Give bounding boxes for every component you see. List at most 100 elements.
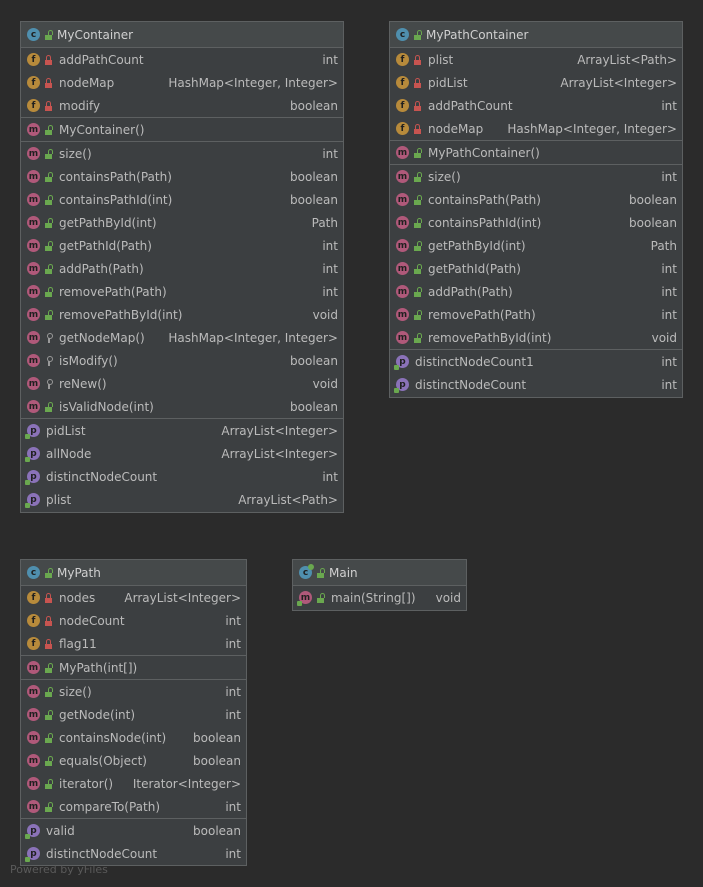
property-row[interactable]: p distinctNodeCount int	[21, 465, 343, 488]
member-type: int	[661, 98, 677, 113]
member-name: plist	[46, 492, 72, 507]
member-type: ArrayList<Integer>	[221, 423, 338, 438]
field-icon: f	[27, 53, 40, 66]
method-row[interactable]: m size() int	[21, 680, 246, 703]
method-row[interactable]: m removePath(Path) int	[21, 280, 343, 303]
public-icon	[44, 778, 53, 789]
member-name: containsPathId(int)	[428, 215, 542, 230]
member-name: MyContainer()	[59, 122, 145, 137]
method-icon: m	[27, 262, 40, 275]
field-row[interactable]: f addPathCount int	[21, 48, 343, 71]
public-icon	[44, 29, 53, 40]
class-icon: c	[27, 28, 40, 41]
constructor-row[interactable]: m MyPathContainer()	[390, 141, 682, 164]
property-row[interactable]: p valid boolean	[21, 819, 246, 842]
private-icon	[413, 77, 422, 88]
public-icon	[44, 401, 53, 412]
field-row[interactable]: f plist ArrayList<Path>	[390, 48, 682, 71]
member-name: allNode	[46, 446, 92, 461]
method-row[interactable]: m addPath(Path) int	[21, 257, 343, 280]
property-row[interactable]: p distinctNodeCount1 int	[390, 350, 682, 373]
method-row[interactable]: m isModify() boolean	[21, 349, 343, 372]
field-row[interactable]: f nodeCount int	[21, 609, 246, 632]
class-box-main[interactable]: c Main m main(String[]) void	[292, 559, 467, 611]
property-icon: p	[394, 378, 409, 393]
member-type: int	[225, 636, 241, 651]
properties-section: p pidList ArrayList<Integer> p allNode Array…	[21, 419, 343, 511]
fields-section: f nodes ArrayList<Integer> f nodeCount int f…	[21, 586, 246, 656]
method-icon: m	[27, 777, 40, 790]
method-icon: m	[27, 661, 40, 674]
method-row[interactable]: m containsPath(Path) boolean	[21, 165, 343, 188]
class-title: MyPath	[57, 565, 101, 580]
member-name: containsNode(int)	[59, 730, 167, 745]
member-type: boolean	[193, 823, 241, 838]
field-row[interactable]: f flag11 int	[21, 632, 246, 655]
class-box-mypath[interactable]: c MyPath f nodes ArrayList<Integer> f nodeC…	[20, 559, 247, 866]
member-type: Path	[650, 238, 677, 253]
member-name: getPathById(int)	[59, 215, 157, 230]
package-private-icon	[44, 332, 53, 343]
method-row[interactable]: m main(String[]) void	[293, 586, 466, 609]
member-name: removePathById(int)	[59, 307, 183, 322]
field-row[interactable]: f nodeMap HashMap<Integer, Integer>	[21, 71, 343, 94]
public-icon	[44, 217, 53, 228]
member-type: int	[322, 146, 338, 161]
method-row[interactable]: m isValidNode(int) boolean	[21, 395, 343, 418]
member-type: HashMap<Integer, Integer>	[168, 330, 338, 345]
method-row[interactable]: m getPathById(int) Path	[21, 211, 343, 234]
member-name: size()	[428, 169, 461, 184]
private-icon	[44, 638, 53, 649]
member-type: ArrayList<Path>	[577, 52, 677, 67]
class-box-mycontainer[interactable]: c MyContainer f addPathCount int f nodeMap H…	[20, 21, 344, 513]
class-title: MyContainer	[57, 27, 134, 42]
method-row[interactable]: m removePath(Path) int	[390, 303, 682, 326]
constructor-row[interactable]: m MyContainer()	[21, 118, 343, 141]
method-row[interactable]: m containsPathId(int) boolean	[390, 211, 682, 234]
method-row[interactable]: m containsPathId(int) boolean	[21, 188, 343, 211]
method-row[interactable]: m getPathId(Path) int	[390, 257, 682, 280]
property-row[interactable]: p pidList ArrayList<Integer>	[21, 419, 343, 442]
method-row[interactable]: m containsNode(int) boolean	[21, 726, 246, 749]
member-type: boolean	[193, 753, 241, 768]
field-row[interactable]: f modify boolean	[21, 94, 343, 117]
method-row[interactable]: m iterator() Iterator<Integer>	[21, 772, 246, 795]
method-row[interactable]: m size() int	[21, 142, 343, 165]
field-row[interactable]: f nodes ArrayList<Integer>	[21, 586, 246, 609]
method-row[interactable]: m removePathById(int) void	[390, 326, 682, 349]
field-row[interactable]: f pidList ArrayList<Integer>	[390, 71, 682, 94]
field-row[interactable]: f nodeMap HashMap<Integer, Integer>	[390, 117, 682, 140]
property-row[interactable]: p plist ArrayList<Path>	[21, 488, 343, 511]
member-type: int	[661, 354, 677, 369]
method-row[interactable]: m getNodeMap() HashMap<Integer, Integer>	[21, 326, 343, 349]
constructors-section: m MyPathContainer()	[390, 141, 682, 165]
field-row[interactable]: f addPathCount int	[390, 94, 682, 117]
private-icon	[44, 100, 53, 111]
method-row[interactable]: m containsPath(Path) boolean	[390, 188, 682, 211]
method-row[interactable]: m equals(Object) boolean	[21, 749, 246, 772]
method-row[interactable]: m size() int	[390, 165, 682, 188]
method-row[interactable]: m addPath(Path) int	[390, 280, 682, 303]
property-row[interactable]: p allNode ArrayList<Integer>	[21, 442, 343, 465]
method-row[interactable]: m removePathById(int) void	[21, 303, 343, 326]
member-type: boolean	[290, 353, 338, 368]
method-row[interactable]: m getPathById(int) Path	[390, 234, 682, 257]
method-row[interactable]: m getNode(int) int	[21, 703, 246, 726]
class-box-mypathcontainer[interactable]: c MyPathContainer f plist ArrayList<Path> …	[389, 21, 683, 398]
property-row[interactable]: p distinctNodeCount int	[21, 842, 246, 865]
method-row[interactable]: m getPathId(Path) int	[21, 234, 343, 257]
public-icon	[44, 567, 53, 578]
fields-section: f addPathCount int f nodeMap HashMap<Integer…	[21, 48, 343, 118]
public-icon	[44, 662, 53, 673]
member-name: containsPathId(int)	[59, 192, 173, 207]
constructor-row[interactable]: m MyPath(int[])	[21, 656, 246, 679]
method-row[interactable]: m reNew() void	[21, 372, 343, 395]
method-row[interactable]: m compareTo(Path) int	[21, 795, 246, 818]
field-icon: f	[27, 637, 40, 650]
property-icon: p	[25, 470, 40, 485]
member-name: removePathById(int)	[428, 330, 552, 345]
member-type: int	[661, 284, 677, 299]
property-row[interactable]: p distinctNodeCount int	[390, 373, 682, 396]
constructors-section: m MyContainer()	[21, 118, 343, 142]
class-title: Main	[329, 565, 358, 580]
